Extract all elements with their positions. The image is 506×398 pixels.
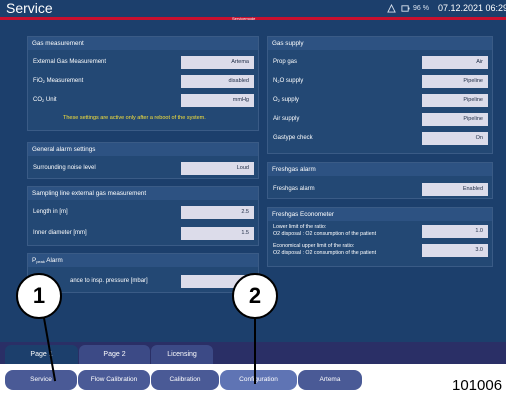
co2-unit-label: CO2 Unit	[33, 97, 57, 103]
warning-icon	[387, 4, 396, 13]
freshgas-alarm-label: Freshgas alarm	[273, 186, 315, 192]
prop-gas-field[interactable]: Air	[422, 56, 488, 69]
external-gas-measurement-field[interactable]: Artema	[181, 56, 254, 69]
air-supply-field[interactable]: Pipeline	[422, 113, 488, 126]
upper-limit-label: Economical upper limit of the ratio: O2 d…	[273, 243, 377, 256]
title-bar: Service 96 % 07.12.2021 06:29:57	[0, 0, 506, 17]
freshgas-alarm-panel: Freshgas alarm Freshgas alarm Enabled	[267, 162, 493, 199]
ppeak-distance-label: ance to insp. pressure [mbar]	[70, 278, 148, 284]
battery-icon	[401, 5, 410, 12]
o2-supply-label: O2 supply	[273, 97, 299, 103]
prop-gas-label: Prop gas	[273, 59, 298, 65]
callout-2-pointer	[254, 318, 256, 384]
n2o-supply-field[interactable]: Pipeline	[422, 75, 488, 88]
figure-number: 101006	[452, 377, 503, 394]
length-label: Length in [m]	[33, 209, 68, 215]
reboot-note: These settings are active only after a r…	[63, 115, 206, 121]
callout-2: 2	[232, 273, 278, 319]
freshgas-alarm-field[interactable]: Enabled	[422, 183, 488, 196]
tab-licensing[interactable]: Licensing	[151, 345, 213, 364]
lower-limit-field[interactable]: 1.0	[422, 225, 488, 238]
gastype-check-label: Gastype check	[273, 135, 313, 141]
date-time: 07.12.2021 06:29:57	[438, 3, 506, 13]
tab-page-1[interactable]: Page 1	[5, 345, 78, 364]
panel-title: Gas supply	[268, 37, 492, 50]
external-gas-measurement-label: External Gas Measurement	[33, 59, 107, 65]
ppeak-alarm-panel: Ppeak Alarm ance to insp. pressure [mbar…	[27, 253, 259, 293]
co2-unit-field[interactable]: mmHg	[181, 94, 254, 107]
o2-supply-field[interactable]: Pipeline	[422, 94, 488, 107]
panel-title: General alarm settings	[28, 143, 258, 156]
inner-diameter-label: Inner diameter [mm]	[33, 230, 87, 236]
sampling-line-panel: Sampling line external gas measurement L…	[27, 186, 259, 246]
fio2-measurement-field[interactable]: disabled	[181, 75, 254, 88]
tab-configuration[interactable]: Configuration	[220, 370, 297, 390]
tab-service[interactable]: Service	[5, 370, 77, 390]
battery-level: 96 %	[413, 5, 429, 12]
inner-diameter-field[interactable]: 1.5	[181, 227, 254, 240]
panel-title: Freshgas Econometer	[268, 208, 492, 221]
callout-1: 1	[16, 273, 62, 319]
gastype-check-field[interactable]: On	[422, 132, 488, 145]
gas-measurement-panel: Gas measurement External Gas Measurement…	[27, 36, 259, 131]
length-field[interactable]: 2.5	[181, 206, 254, 219]
fio2-measurement-label: FiO2 Measurement	[33, 78, 84, 84]
panel-title: Ppeak Alarm	[28, 254, 258, 267]
tab-page-2[interactable]: Page 2	[79, 345, 150, 364]
menu-tab-bar: Service Flow Calibration Calibration Con…	[0, 364, 506, 398]
general-alarm-panel: General alarm settings Surrounding noise…	[27, 142, 259, 179]
freshgas-econometer-panel: Freshgas Econometer Lower limit of the r…	[267, 207, 493, 267]
panel-title: Gas measurement	[28, 37, 258, 50]
n2o-supply-label: N2O supply	[273, 78, 304, 84]
upper-limit-field[interactable]: 3.0	[422, 244, 488, 257]
noise-level-field[interactable]: Loud	[181, 162, 254, 175]
gas-supply-panel: Gas supply Prop gas Air N2O supply Pipel…	[267, 36, 493, 154]
panel-title: Sampling line external gas measurement	[28, 187, 258, 200]
tab-flow-calibration[interactable]: Flow Calibration	[78, 370, 150, 390]
noise-level-label: Surrounding noise level	[33, 165, 96, 171]
air-supply-label: Air supply	[273, 116, 300, 122]
tab-calibration[interactable]: Calibration	[151, 370, 219, 390]
page-tab-bar: Page 1 Page 2 Licensing	[0, 342, 506, 364]
tab-artema[interactable]: Artema	[298, 370, 362, 390]
panel-title: Freshgas alarm	[268, 163, 492, 176]
lower-limit-label: Lower limit of the ratio: O2 disposal : O…	[273, 224, 377, 237]
app-title: Service	[6, 0, 53, 16]
